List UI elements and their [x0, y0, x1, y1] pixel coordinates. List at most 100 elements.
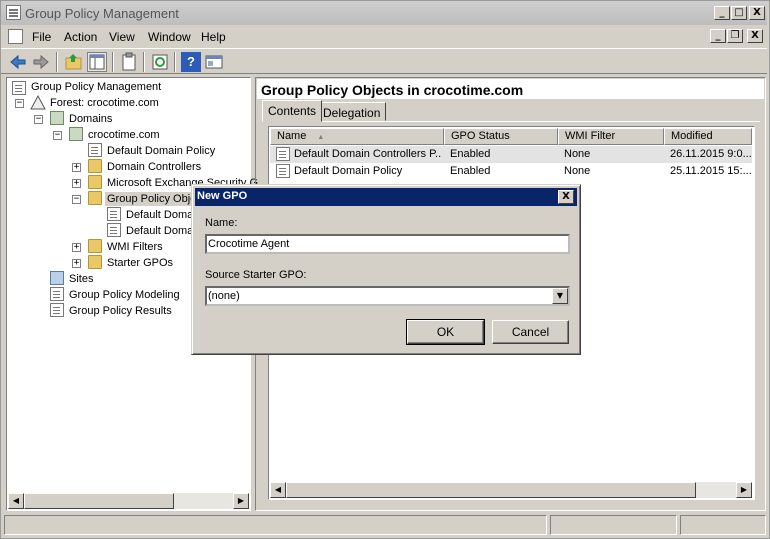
- gpo-icon: [107, 207, 121, 221]
- expander-starter[interactable]: +: [72, 259, 81, 268]
- status-bar-panel: [680, 515, 766, 535]
- name-field[interactable]: Crocotime Agent: [205, 234, 570, 254]
- folder-icon: [88, 191, 102, 205]
- folder-icon: [88, 255, 102, 269]
- scroll-right-button[interactable]: ▶: [233, 493, 249, 509]
- expander-domain[interactable]: −: [53, 131, 62, 140]
- help-icon[interactable]: ?: [181, 52, 201, 72]
- row-status: Enabled: [450, 148, 491, 160]
- dialog-title: New GPO: [197, 190, 248, 202]
- properties-icon[interactable]: [204, 52, 224, 72]
- folder-icon: [88, 159, 102, 173]
- menu-view[interactable]: View: [109, 30, 135, 44]
- clipboard-icon[interactable]: [119, 52, 139, 72]
- show-hide-tree-icon[interactable]: [87, 52, 107, 72]
- tab-delegation[interactable]: Delegation: [317, 102, 387, 121]
- scroll-thumb[interactable]: [286, 482, 696, 498]
- tree-forest[interactable]: Forest: crocotime.com: [50, 97, 159, 109]
- tab-divider: [262, 121, 760, 122]
- scroll-right-button[interactable]: ▶: [736, 482, 752, 498]
- close-button[interactable]: X: [749, 6, 765, 20]
- sites-icon: [50, 271, 64, 285]
- column-name-label: Name: [277, 130, 307, 142]
- tree-results[interactable]: Group Policy Results: [69, 305, 172, 317]
- tree-root[interactable]: Group Policy Management: [31, 81, 161, 93]
- chevron-down-icon[interactable]: ▼: [552, 288, 568, 304]
- folder-icon: [88, 239, 102, 253]
- tree-item-group-policy-objects[interactable]: Group Policy Obje: [105, 192, 199, 206]
- toolbar-separator: [174, 52, 176, 72]
- column-modified[interactable]: Modified: [664, 128, 752, 145]
- new-gpo-dialog: New GPO X Name: Crocotime Agent Source S…: [191, 184, 581, 355]
- tree-domains[interactable]: Domains: [69, 113, 112, 125]
- tree-modeling[interactable]: Group Policy Modeling: [69, 289, 180, 301]
- child-close-button[interactable]: X: [747, 29, 763, 43]
- maximize-button[interactable]: □: [731, 6, 747, 20]
- menu-window[interactable]: Window: [148, 30, 191, 44]
- status-bar-panel: [550, 515, 677, 535]
- expander-exchange[interactable]: +: [72, 179, 81, 188]
- tree-domain[interactable]: crocotime.com: [88, 129, 160, 141]
- back-arrow-icon[interactable]: [8, 52, 28, 72]
- ok-button[interactable]: OK: [406, 319, 485, 345]
- domains-icon: [50, 111, 64, 125]
- row-wmi: None: [564, 165, 591, 177]
- starter-gpo-select[interactable]: (none): [205, 286, 570, 306]
- scroll-thumb[interactable]: [24, 493, 174, 509]
- expander-domain-controllers[interactable]: +: [72, 163, 81, 172]
- menu-help[interactable]: Help: [201, 30, 226, 44]
- table-row[interactable]: Default Domain Controllers P... Enabled …: [270, 146, 752, 163]
- cancel-button[interactable]: Cancel: [492, 320, 569, 344]
- tree-sites[interactable]: Sites: [69, 273, 93, 285]
- scroll-left-button[interactable]: ◀: [8, 493, 24, 509]
- gpo-icon: [276, 147, 290, 161]
- child-restore-button[interactable]: ❐: [727, 29, 743, 43]
- toolbar-separator: [143, 52, 145, 72]
- row-name: Default Domain Controllers P...: [294, 148, 442, 160]
- scroll-left-button[interactable]: ◀: [270, 482, 286, 498]
- gpo-icon: [276, 164, 290, 178]
- up-folder-icon[interactable]: [64, 52, 84, 72]
- gpo-icon: [107, 223, 121, 237]
- toolbar-separator: [112, 52, 114, 72]
- list-hscrollbar[interactable]: ◀ ▶: [270, 482, 752, 498]
- column-gpo-status[interactable]: GPO Status: [444, 128, 558, 145]
- gpm-icon: [12, 81, 26, 95]
- name-label: Name:: [205, 217, 238, 229]
- status-bar-main: [4, 515, 547, 535]
- toolbar-separator: [56, 52, 58, 72]
- menu-file[interactable]: File: [32, 30, 51, 44]
- forward-arrow-icon[interactable]: [31, 52, 51, 72]
- row-modified: 25.11.2015 15:...: [670, 165, 752, 177]
- expander-domains[interactable]: −: [34, 115, 43, 124]
- refresh-icon[interactable]: [150, 52, 170, 72]
- child-minimize-button[interactable]: _: [710, 29, 726, 43]
- minimize-button[interactable]: _: [714, 6, 730, 20]
- console-icon[interactable]: [8, 29, 23, 44]
- dialog-title-bar[interactable]: New GPO: [195, 188, 577, 206]
- tree-item-default-domain-policy[interactable]: Default Domain Policy: [107, 145, 215, 157]
- tree-item-domain-controllers[interactable]: Domain Controllers: [107, 161, 201, 173]
- tree-hscrollbar[interactable]: ◀ ▶: [8, 493, 249, 509]
- tree-item-wmi-filters[interactable]: WMI Filters: [107, 241, 163, 253]
- modeling-icon: [50, 287, 64, 301]
- app-icon: [6, 5, 21, 20]
- dialog-close-button[interactable]: X: [558, 190, 574, 204]
- expander-gpo[interactable]: −: [72, 195, 81, 204]
- title-bar[interactable]: Group Policy Management _ □ X: [1, 1, 767, 25]
- tree-item-starter-gpos[interactable]: Starter GPOs: [107, 257, 173, 269]
- tab-contents[interactable]: Contents: [262, 100, 323, 122]
- tree-item-gpo-2[interactable]: Default Domai: [126, 225, 196, 237]
- table-row[interactable]: Default Domain Policy Enabled None 25.11…: [270, 163, 752, 180]
- column-name[interactable]: Name ▲: [270, 128, 444, 145]
- forest-icon: [30, 94, 46, 113]
- expander-wmi[interactable]: +: [72, 243, 81, 252]
- tree-item-gpo-1[interactable]: Default Domai: [126, 209, 196, 221]
- starter-gpo-value: (none): [208, 290, 240, 302]
- column-wmi-filter[interactable]: WMI Filter: [558, 128, 664, 145]
- expander-forest[interactable]: −: [15, 99, 24, 108]
- menu-action[interactable]: Action: [64, 30, 97, 44]
- domain-icon: [69, 127, 83, 141]
- results-icon: [50, 303, 64, 317]
- folder-icon: [88, 175, 102, 189]
